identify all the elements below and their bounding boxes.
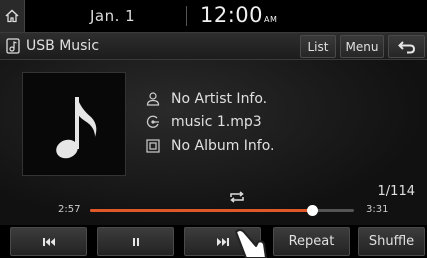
track-counter: 1/114 <box>377 184 415 199</box>
status-bar: Jan. 1 12:00AM <box>0 0 427 32</box>
hand-pointer-icon <box>235 229 267 258</box>
shuffle-button[interactable]: Shuffle <box>358 227 425 256</box>
clock-time: 12:00 <box>200 3 264 27</box>
music-note-icon <box>56 97 97 159</box>
album-icon <box>146 139 160 153</box>
status-divider <box>186 6 187 26</box>
album-art <box>22 72 126 176</box>
file-icon <box>146 115 159 128</box>
home-button[interactable] <box>0 0 25 32</box>
back-button[interactable] <box>388 35 425 58</box>
person-icon <box>146 92 160 106</box>
artist-name: No Artist Info. <box>171 91 268 107</box>
file-row: music 1.mp3 <box>145 112 262 132</box>
pause-button[interactable] <box>97 227 174 256</box>
list-button[interactable]: List <box>300 35 336 58</box>
pause-icon <box>132 237 139 246</box>
previous-button[interactable] <box>10 227 87 256</box>
home-icon <box>5 9 19 23</box>
date-display: Jan. 1 <box>90 7 136 25</box>
file-name: music 1.mp3 <box>171 114 262 130</box>
menu-button[interactable]: Menu <box>340 35 384 58</box>
album-row: No Album Info. <box>145 136 275 156</box>
previous-track-icon <box>42 237 55 246</box>
page-title: USB Music <box>26 38 100 54</box>
playback-controls: Repeat Shuffle <box>0 225 427 258</box>
album-name: No Album Info. <box>171 138 275 154</box>
repeat-button[interactable]: Repeat <box>273 227 350 256</box>
music-file-icon <box>6 38 20 54</box>
clock-display: 12:00AM <box>200 3 277 27</box>
back-arrow-icon <box>397 40 415 53</box>
progress-fill <box>90 209 312 212</box>
now-playing-panel: No Artist Info. music 1.mp3 No Album Inf… <box>0 60 427 225</box>
elapsed-time: 2:57 <box>58 204 81 215</box>
repeat-icon <box>230 191 244 203</box>
artist-row: No Artist Info. <box>145 89 267 109</box>
clock-ampm: AM <box>264 15 278 24</box>
progress-bar[interactable] <box>90 205 354 216</box>
next-track-icon <box>216 237 229 246</box>
title-bar: USB Music List Menu <box>0 32 427 60</box>
total-time: 3:31 <box>366 204 389 215</box>
progress-handle[interactable] <box>306 205 318 216</box>
